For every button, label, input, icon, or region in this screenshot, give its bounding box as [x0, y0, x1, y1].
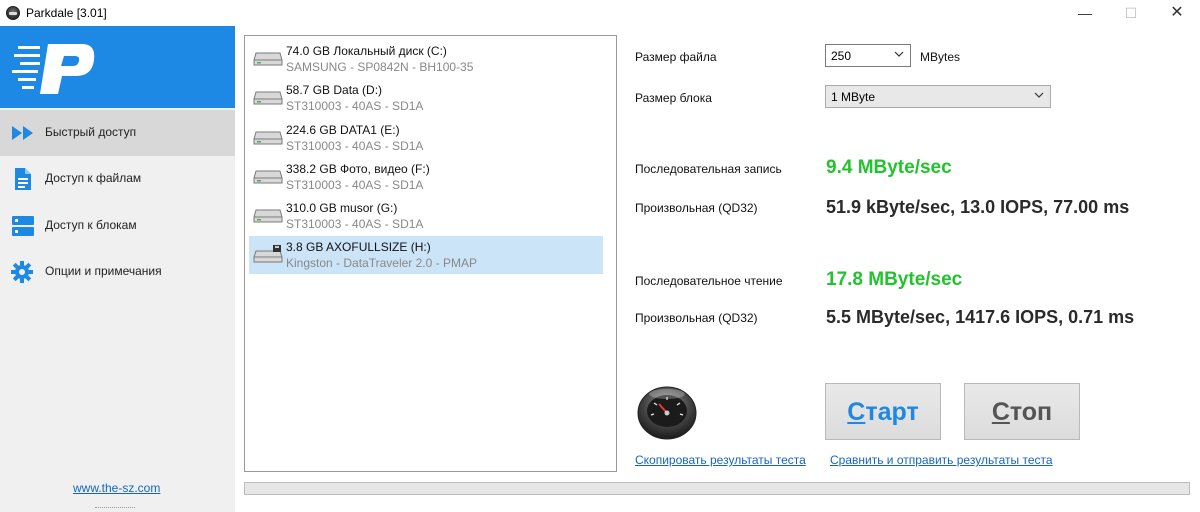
document-icon [15, 168, 31, 190]
stop-label: топ [1009, 398, 1053, 426]
chevron-down-icon [1034, 92, 1044, 98]
sidebar-item-label: Доступ к файлам [45, 171, 142, 185]
file-size-label: Размер файла [635, 50, 717, 64]
website-link[interactable]: www.the-sz.com [73, 481, 160, 495]
sidebar-item-label: Доступ к блокам [45, 218, 137, 232]
file-size-select[interactable]: 250 [825, 44, 911, 67]
drive-list[interactable]: 74.0 GB Локальный диск (C:) SAMSUNG - SP… [244, 35, 617, 472]
minimize-button[interactable]: — [1062, 0, 1108, 26]
drive-item-h[interactable]: 3.8 GB AXOFULLSIZE (H:) Kingston - DataT… [249, 236, 603, 274]
window-title: Parkdale [3.01] [26, 6, 107, 20]
blocks-icon [12, 216, 34, 236]
rand-write-label: Произвольная (QD32) [635, 201, 758, 215]
compare-results-link[interactable]: Сравнить и отправить результаты теста [830, 453, 1053, 467]
rand-read-label: Произвольная (QD32) [635, 311, 758, 325]
drive-item-f[interactable]: 338.2 GB Фото, видео (F:) ST310003 - 40A… [249, 158, 603, 196]
sidebar-item-label: Быстрый доступ [45, 125, 137, 139]
sidebar-item-options[interactable]: Опции и примечания [0, 249, 235, 295]
removable-drive-icon [253, 245, 283, 263]
copy-results-link[interactable]: Скопировать результаты теста [635, 453, 806, 467]
block-size-label: Размер блока [635, 91, 712, 105]
chevron-down-icon [894, 51, 904, 57]
rand-read-value: 5.5 MByte/sec, 1417.6 IOPS, 0.71 ms [826, 307, 1135, 327]
sidebar: Быстрый доступ Доступ к файлам Доступ к … [0, 26, 235, 512]
sidebar-item-file-access[interactable]: Доступ к файлам [0, 156, 235, 202]
sidebar-item-quick-access[interactable]: Быстрый доступ [0, 110, 235, 156]
app-icon [6, 6, 20, 20]
hard-drive-icon [253, 209, 283, 223]
hard-drive-icon [253, 131, 283, 145]
logo-panel [0, 26, 235, 108]
start-button[interactable]: Старт [825, 383, 941, 440]
progress-bar [244, 482, 1190, 495]
start-mnemonic: С [847, 398, 866, 426]
stop-button[interactable]: Стоп [964, 383, 1080, 440]
status-divider [95, 507, 135, 509]
drive-model: ST310003 - 40AS - SD1A [286, 217, 424, 231]
drive-item-c[interactable]: 74.0 GB Локальный диск (C:) SAMSUNG - SP… [249, 40, 603, 78]
drive-item-e[interactable]: 224.6 GB DATA1 (E:) ST310003 - 40AS - SD… [249, 119, 603, 157]
hard-drive-icon [253, 52, 283, 66]
hard-drive-icon [253, 170, 283, 184]
drive-model: ST310003 - 40AS - SD1A [286, 99, 424, 113]
speedometer-icon[interactable] [636, 382, 698, 440]
fast-forward-icon [12, 126, 33, 140]
start-label: тарт [865, 398, 919, 426]
drive-item-d[interactable]: 58.7 GB Data (D:) ST310003 - 40AS - SD1A [249, 79, 603, 117]
drive-name: 3.8 GB AXOFULLSIZE (H:) [286, 240, 431, 254]
close-button[interactable]: ✕ [1154, 0, 1200, 26]
stop-mnemonic: С [991, 398, 1010, 426]
block-size-value: 1 MByte [831, 90, 876, 104]
title-bar: Parkdale [3.01] — ☐ ✕ [0, 0, 1200, 26]
seq-read-label: Последовательное чтение [635, 274, 783, 288]
hard-drive-icon [253, 91, 283, 105]
parkdale-p-logo-icon [12, 44, 95, 94]
maximize-button[interactable]: ☐ [1108, 0, 1154, 26]
drive-name: 338.2 GB Фото, видео (F:) [286, 162, 430, 176]
drive-name: 58.7 GB Data (D:) [286, 83, 383, 97]
drive-name: 74.0 GB Локальный диск (C:) [286, 44, 447, 58]
file-size-unit: MBytes [920, 50, 961, 64]
gear-icon [11, 261, 33, 283]
drive-item-g[interactable]: 310.0 GB musor (G:) ST310003 - 40AS - SD… [249, 197, 603, 235]
block-size-select[interactable]: 1 MByte [825, 85, 1051, 108]
file-size-value: 250 [831, 49, 852, 63]
seq-write-value: 9.4 MByte/sec [826, 157, 952, 178]
drive-model: Kingston - DataTraveler 2.0 - PMAP [286, 256, 477, 270]
sidebar-item-label: Опции и примечания [45, 264, 162, 278]
drive-model: ST310003 - 40AS - SD1A [286, 139, 424, 153]
drive-model: SAMSUNG - SP0842N - BH100-35 [286, 60, 474, 74]
sidebar-item-block-access[interactable]: Доступ к блокам [0, 203, 235, 249]
seq-write-label: Последовательная запись [635, 162, 782, 176]
drive-model: ST310003 - 40AS - SD1A [286, 178, 424, 192]
rand-write-value: 51.9 kByte/sec, 13.0 IOPS, 77.00 ms [826, 197, 1130, 217]
seq-read-value: 17.8 MByte/sec [826, 269, 963, 290]
drive-name: 224.6 GB DATA1 (E:) [286, 123, 400, 137]
drive-name: 310.0 GB musor (G:) [286, 201, 398, 215]
